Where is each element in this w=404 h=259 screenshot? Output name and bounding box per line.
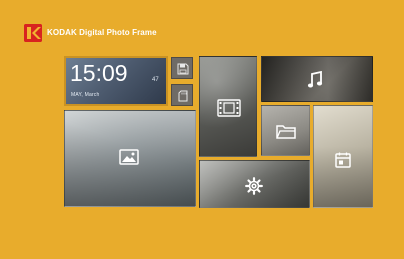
- folder-icon: [276, 124, 296, 140]
- sd-card-button[interactable]: [171, 84, 193, 106]
- film-icon: [217, 99, 241, 117]
- save-button[interactable]: [171, 57, 193, 79]
- photos-tile[interactable]: [64, 110, 196, 207]
- gear-icon: [245, 177, 263, 195]
- settings-tile[interactable]: [199, 160, 310, 208]
- video-tile[interactable]: [199, 56, 257, 157]
- image-icon: [119, 149, 139, 165]
- clock-widget[interactable]: 15:09 47 MAY, March: [64, 56, 168, 106]
- clock-time: 15:09: [70, 60, 128, 86]
- clock-seconds: 47: [152, 77, 159, 83]
- music-note-icon: [306, 71, 324, 89]
- brand-title: KODAK Digital Photo Frame: [47, 28, 157, 37]
- save-icon: [177, 63, 189, 75]
- calendar-icon: [335, 152, 351, 168]
- kodak-logo-icon: [24, 24, 42, 42]
- home-screen: KODAK Digital Photo Frame 15:09 47 MAY, …: [0, 0, 404, 259]
- calendar-tile[interactable]: [313, 105, 373, 208]
- files-tile[interactable]: [261, 105, 310, 156]
- clock-date: MAY, March: [71, 92, 100, 98]
- sd-card-icon: [178, 90, 188, 102]
- music-tile[interactable]: [261, 56, 373, 102]
